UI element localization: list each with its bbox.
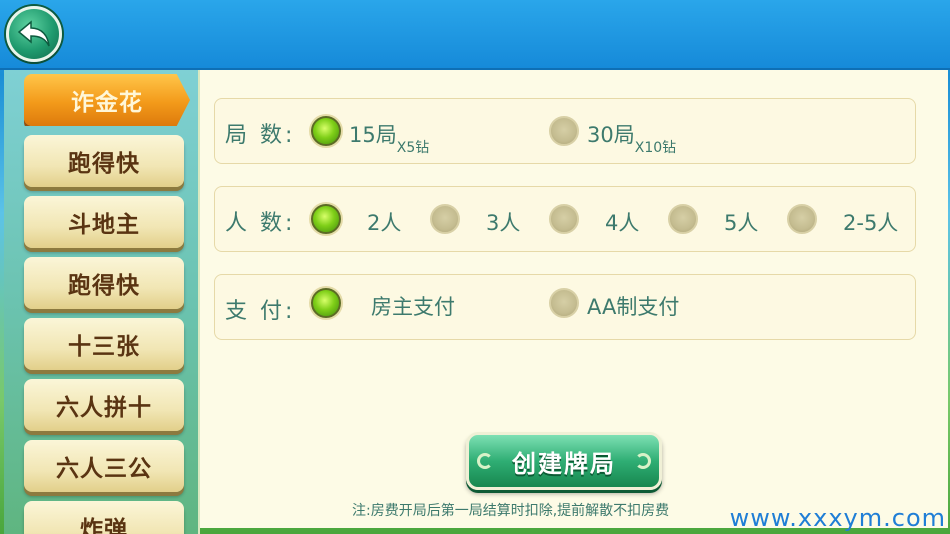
- game-sidebar: 诈金花 跑得快 斗地主 跑得快 十三张 六人拼十 六人三公 炸弹: [4, 70, 200, 534]
- players-2-5-option[interactable]: 2-5人: [843, 207, 898, 237]
- players-2-option[interactable]: 2人: [367, 207, 401, 237]
- payment-aa-option[interactable]: AA制支付: [587, 291, 679, 321]
- players-row: 人 数: 2人 3人 4人 5人 2-5人: [214, 186, 916, 252]
- sidebar-item-paodekuai-2[interactable]: 跑得快: [24, 257, 184, 309]
- players-5-radio[interactable]: [668, 204, 698, 234]
- sidebar-item-doudizhu[interactable]: 斗地主: [24, 196, 184, 248]
- payment-aa-radio[interactable]: [549, 288, 579, 318]
- back-arrow-icon: [17, 20, 50, 47]
- players-2-radio[interactable]: [311, 204, 341, 234]
- watermark: www.xxxym.com: [729, 504, 946, 532]
- players-4-radio[interactable]: [549, 204, 579, 234]
- rounds-30-option[interactable]: 30局X10钻: [587, 119, 676, 156]
- top-bar: [0, 0, 950, 70]
- sidebar-item-liurensangong[interactable]: 六人三公: [24, 440, 184, 492]
- payment-label: 支 付:: [225, 299, 296, 324]
- sidebar-item-zhadan[interactable]: 炸弹: [24, 501, 184, 534]
- players-3-option[interactable]: 3人: [486, 207, 520, 237]
- players-label: 人 数:: [225, 211, 296, 236]
- rounds-15-option[interactable]: 15局X5钻: [349, 119, 429, 156]
- back-button[interactable]: [6, 6, 62, 62]
- players-4-option[interactable]: 4人: [605, 207, 639, 237]
- create-game-label: 创建牌局: [512, 449, 616, 478]
- payment-row: 支 付: 房主支付 AA制支付: [214, 274, 916, 340]
- settings-panel: 局 数: 15局X5钻 30局X10钻 人 数: 2人 3人 4人 5人 2-5…: [200, 70, 948, 528]
- payment-owner-radio[interactable]: [311, 288, 341, 318]
- rounds-15-radio[interactable]: [311, 116, 341, 146]
- create-game-button[interactable]: 创建牌局: [466, 432, 662, 490]
- rounds-row: 局 数: 15局X5钻 30局X10钻: [214, 98, 916, 164]
- right-swirl-icon: [635, 453, 651, 469]
- payment-owner-option[interactable]: 房主支付: [371, 291, 455, 321]
- rounds-label: 局 数:: [225, 123, 296, 148]
- sidebar-item-shisanzhang[interactable]: 十三张: [24, 318, 184, 370]
- fee-note: 注:房费开局后第一局结算时扣除,提前解散不扣房费: [352, 503, 670, 519]
- players-5-option[interactable]: 5人: [724, 207, 758, 237]
- sidebar-item-zhajinhua[interactable]: 诈金花: [24, 74, 190, 126]
- players-3-radio[interactable]: [430, 204, 460, 234]
- rounds-30-radio[interactable]: [549, 116, 579, 146]
- players-2-5-radio[interactable]: [787, 204, 817, 234]
- left-swirl-icon: [477, 453, 493, 469]
- sidebar-item-paodekuai[interactable]: 跑得快: [24, 135, 184, 187]
- sidebar-item-liurenpinshi[interactable]: 六人拼十: [24, 379, 184, 431]
